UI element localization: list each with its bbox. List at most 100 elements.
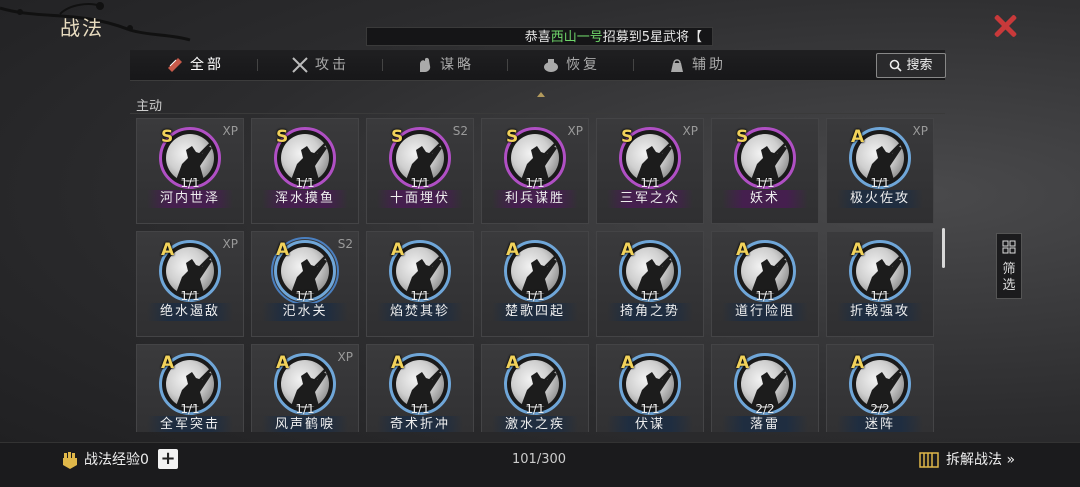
tactic-card[interactable]: A 1/1 激水之疾 <box>481 344 589 432</box>
tactic-name: 道行险阻 <box>722 303 808 321</box>
tactic-level: 1/1 <box>870 176 890 190</box>
tactic-grade: A <box>161 240 175 260</box>
search-icon <box>890 59 903 72</box>
xp-label: 战法经验0 <box>84 452 149 468</box>
tactic-name: 迷阵 <box>837 416 923 432</box>
tactic-grade: A <box>161 353 175 373</box>
scroll-icon <box>168 58 182 72</box>
tactic-name: 绝水遏敌 <box>147 303 233 321</box>
tab-attack[interactable]: 攻击 <box>291 50 349 80</box>
tactic-grade: S <box>276 127 289 147</box>
tactic-card[interactable]: S 1/1 浑水摸鱼 <box>251 118 359 224</box>
tab-label: 恢复 <box>566 57 600 73</box>
crossed-swords-icon <box>292 57 308 73</box>
tactic-name: 妖术 <box>722 190 808 208</box>
tactic-name: 汜水关 <box>262 303 348 321</box>
tab-label: 攻击 <box>315 57 349 73</box>
tab-recovery[interactable]: 恢复 <box>542 50 600 80</box>
tactic-card[interactable]: S XP 1/1 河内世泽 <box>136 118 244 224</box>
tactic-name: 风声鹤唳 <box>262 416 348 432</box>
tactic-level: 1/1 <box>870 289 890 303</box>
tactic-name: 全军突击 <box>147 416 233 432</box>
tactic-name: 浑水摸鱼 <box>262 190 348 208</box>
tactic-card[interactable]: A XP 1/1 风声鹤唳 <box>251 344 359 432</box>
hand-icon <box>420 57 431 72</box>
section-title: 主动 <box>136 99 163 114</box>
add-xp-button[interactable]: + <box>158 449 178 469</box>
tactic-level: 2/2 <box>870 402 890 416</box>
tactic-level: 1/1 <box>410 176 430 190</box>
tactic-level: 1/1 <box>180 402 200 416</box>
tactic-season-tag: XP <box>567 124 583 138</box>
tab-divider <box>633 59 634 71</box>
ticker-prefix: 恭喜 <box>524 30 551 45</box>
tactic-level: 1/1 <box>295 289 315 303</box>
tactic-card[interactable]: A XP 1/1 绝水遏敌 <box>136 231 244 337</box>
tab-strategy[interactable]: 谋略 <box>416 50 474 80</box>
tactic-grade: S <box>621 127 634 147</box>
tactic-name: 伏谋 <box>607 416 693 432</box>
tab-label: 辅助 <box>692 57 726 73</box>
tactic-card[interactable]: S 1/1 妖术 <box>711 118 819 224</box>
tactic-grade: S <box>161 127 174 147</box>
tactic-level: 1/1 <box>640 289 660 303</box>
tactic-name: 极火佐攻 <box>837 190 923 208</box>
search-button[interactable]: 搜索 <box>876 53 946 78</box>
tactic-card[interactable]: S XP 1/1 三军之众 <box>596 118 704 224</box>
close-icon[interactable] <box>992 13 1018 39</box>
tactic-experience: 战法经验0 <box>60 449 149 471</box>
tactic-season-tag: XP <box>337 350 353 364</box>
search-label: 搜索 <box>906 58 933 73</box>
tactic-grade: A <box>391 353 405 373</box>
tactic-card[interactable]: S S2 1/1 十面埋伏 <box>366 118 474 224</box>
tactic-card[interactable]: A 2/2 落雷 <box>711 344 819 432</box>
tactic-card[interactable]: A 1/1 折戟强攻 <box>826 231 934 337</box>
tactic-name: 楚歌四起 <box>492 303 578 321</box>
filter-label: 筛选 <box>1002 262 1016 293</box>
tactic-level: 1/1 <box>295 176 315 190</box>
tactic-card[interactable]: A 1/1 道行险阻 <box>711 231 819 337</box>
tactic-card[interactable]: A 1/1 楚歌四起 <box>481 231 589 337</box>
bag-icon <box>671 59 683 72</box>
tactic-name: 利兵谋胜 <box>492 190 578 208</box>
tactic-name: 十面埋伏 <box>377 190 463 208</box>
tactic-grade: A <box>621 353 635 373</box>
filter-button[interactable]: 筛选 <box>996 233 1022 299</box>
tactic-card[interactable]: A 1/1 焰焚其轸 <box>366 231 474 337</box>
decompose-label: 拆解战法 » <box>946 452 1016 468</box>
tactic-card[interactable]: A XP 1/1 极火佐攻 <box>826 118 934 224</box>
category-tabs: 全部 攻击 谋略 恢复 辅助 <box>130 50 945 81</box>
scrollbar[interactable] <box>942 228 945 268</box>
pot-icon <box>544 59 558 72</box>
tactic-card[interactable]: A S2 1/1 汜水关 <box>251 231 359 337</box>
decompose-tactics-button[interactable]: 拆解战法 » <box>918 449 1015 471</box>
tactic-season-tag: XP <box>682 124 698 138</box>
scroll-bundle-icon <box>919 452 939 468</box>
tab-all[interactable]: 全部 <box>166 50 224 80</box>
tactic-season-tag: XP <box>222 124 238 138</box>
tactic-level: 1/1 <box>295 402 315 416</box>
tab-support[interactable]: 辅助 <box>668 50 726 80</box>
tactic-grade: A <box>276 240 290 260</box>
tactic-card[interactable]: A 2/2 迷阵 <box>826 344 934 432</box>
tab-divider <box>257 59 258 71</box>
tactic-card[interactable]: A 1/1 奇术折冲 <box>366 344 474 432</box>
tactic-name: 河内世泽 <box>147 190 233 208</box>
section-divider <box>130 113 945 114</box>
tactic-name: 掎角之势 <box>607 303 693 321</box>
tactic-card[interactable]: A 1/1 掎角之势 <box>596 231 704 337</box>
tactic-name: 折戟强攻 <box>837 303 923 321</box>
announcement-ticker: 恭喜西山一号招募到5星武将【 <box>366 27 713 46</box>
tab-label: 谋略 <box>440 57 474 73</box>
tactic-card[interactable]: A 1/1 伏谋 <box>596 344 704 432</box>
tactic-name: 落雷 <box>722 416 808 432</box>
tactic-name: 焰焚其轸 <box>377 303 463 321</box>
tactic-card[interactable]: A 1/1 全军突击 <box>136 344 244 432</box>
tactic-level: 1/1 <box>525 402 545 416</box>
tactic-card[interactable]: S XP 1/1 利兵谋胜 <box>481 118 589 224</box>
tactic-level: 1/1 <box>525 289 545 303</box>
tactic-grade: A <box>851 353 865 373</box>
tactic-level: 1/1 <box>410 402 430 416</box>
tab-label: 全部 <box>190 57 224 73</box>
tactic-level: 1/1 <box>755 289 775 303</box>
